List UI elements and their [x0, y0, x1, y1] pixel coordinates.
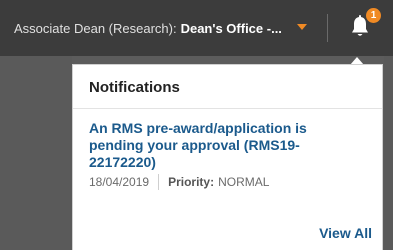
page-background-left — [0, 56, 72, 250]
popover-title: Notifications — [89, 79, 180, 96]
header-divider — [327, 14, 328, 42]
app-frame: Associate Dean (Research): Dean's Office… — [0, 0, 393, 250]
role-label: Associate Dean (Research): — [14, 20, 177, 36]
notifications-popover: Notifications An RMS pre-award/applicati… — [72, 64, 383, 250]
priority-value: NORMAL — [218, 175, 270, 189]
notification-date: 18/04/2019 — [89, 175, 150, 189]
notification-title-link[interactable]: An RMS pre-award/application is pending … — [89, 120, 359, 171]
notification-count-badge: 1 — [366, 8, 381, 23]
popover-divider — [73, 108, 382, 109]
notification-item[interactable]: An RMS pre-award/application is pending … — [89, 120, 359, 190]
notification-meta: 18/04/2019 Priority: NORMAL — [89, 174, 359, 190]
role-value: Dean's Office -... — [180, 20, 282, 36]
view-all-link[interactable]: View All — [319, 225, 372, 241]
priority-label: Priority: — [168, 175, 215, 189]
top-header: Associate Dean (Research): Dean's Office… — [0, 0, 393, 56]
meta-divider — [158, 174, 160, 190]
chevron-down-icon[interactable] — [297, 24, 307, 30]
role-selector[interactable]: Associate Dean (Research): Dean's Office… — [14, 17, 282, 39]
page-background-right — [384, 56, 393, 250]
